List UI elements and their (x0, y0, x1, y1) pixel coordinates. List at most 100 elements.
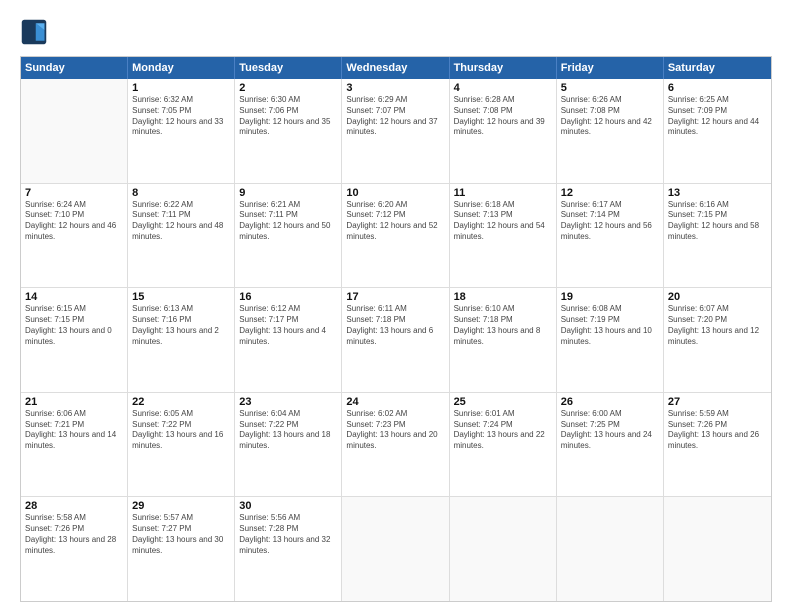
empty-cell (450, 497, 557, 601)
day-cell-27: 27Sunrise: 5:59 AM Sunset: 7:26 PM Dayli… (664, 393, 771, 497)
day-info: Sunrise: 6:12 AM Sunset: 7:17 PM Dayligh… (239, 304, 337, 347)
day-info: Sunrise: 6:24 AM Sunset: 7:10 PM Dayligh… (25, 200, 123, 243)
day-number: 19 (561, 291, 659, 303)
day-number: 26 (561, 396, 659, 408)
day-info: Sunrise: 6:08 AM Sunset: 7:19 PM Dayligh… (561, 304, 659, 347)
day-info: Sunrise: 6:17 AM Sunset: 7:14 PM Dayligh… (561, 200, 659, 243)
day-info: Sunrise: 6:05 AM Sunset: 7:22 PM Dayligh… (132, 409, 230, 452)
page: SundayMondayTuesdayWednesdayThursdayFrid… (0, 0, 792, 612)
day-cell-5: 5Sunrise: 6:26 AM Sunset: 7:08 PM Daylig… (557, 79, 664, 183)
day-number: 29 (132, 500, 230, 512)
day-cell-16: 16Sunrise: 6:12 AM Sunset: 7:17 PM Dayli… (235, 288, 342, 392)
day-number: 21 (25, 396, 123, 408)
day-cell-23: 23Sunrise: 6:04 AM Sunset: 7:22 PM Dayli… (235, 393, 342, 497)
day-cell-6: 6Sunrise: 6:25 AM Sunset: 7:09 PM Daylig… (664, 79, 771, 183)
calendar-row-4: 28Sunrise: 5:58 AM Sunset: 7:26 PM Dayli… (21, 497, 771, 601)
header-day-wednesday: Wednesday (342, 57, 449, 79)
day-info: Sunrise: 6:32 AM Sunset: 7:05 PM Dayligh… (132, 95, 230, 138)
calendar: SundayMondayTuesdayWednesdayThursdayFrid… (20, 56, 772, 602)
day-info: Sunrise: 6:11 AM Sunset: 7:18 PM Dayligh… (346, 304, 444, 347)
day-number: 7 (25, 187, 123, 199)
day-cell-4: 4Sunrise: 6:28 AM Sunset: 7:08 PM Daylig… (450, 79, 557, 183)
day-cell-9: 9Sunrise: 6:21 AM Sunset: 7:11 PM Daylig… (235, 184, 342, 288)
day-cell-1: 1Sunrise: 6:32 AM Sunset: 7:05 PM Daylig… (128, 79, 235, 183)
day-number: 12 (561, 187, 659, 199)
logo (20, 18, 52, 46)
day-cell-24: 24Sunrise: 6:02 AM Sunset: 7:23 PM Dayli… (342, 393, 449, 497)
day-cell-17: 17Sunrise: 6:11 AM Sunset: 7:18 PM Dayli… (342, 288, 449, 392)
day-number: 15 (132, 291, 230, 303)
calendar-row-0: 1Sunrise: 6:32 AM Sunset: 7:05 PM Daylig… (21, 79, 771, 184)
day-info: Sunrise: 6:15 AM Sunset: 7:15 PM Dayligh… (25, 304, 123, 347)
day-number: 8 (132, 187, 230, 199)
day-cell-29: 29Sunrise: 5:57 AM Sunset: 7:27 PM Dayli… (128, 497, 235, 601)
day-cell-10: 10Sunrise: 6:20 AM Sunset: 7:12 PM Dayli… (342, 184, 449, 288)
day-info: Sunrise: 6:16 AM Sunset: 7:15 PM Dayligh… (668, 200, 767, 243)
day-number: 2 (239, 82, 337, 94)
day-info: Sunrise: 6:00 AM Sunset: 7:25 PM Dayligh… (561, 409, 659, 452)
day-cell-28: 28Sunrise: 5:58 AM Sunset: 7:26 PM Dayli… (21, 497, 128, 601)
day-cell-19: 19Sunrise: 6:08 AM Sunset: 7:19 PM Dayli… (557, 288, 664, 392)
header (20, 18, 772, 46)
day-info: Sunrise: 6:07 AM Sunset: 7:20 PM Dayligh… (668, 304, 767, 347)
day-cell-7: 7Sunrise: 6:24 AM Sunset: 7:10 PM Daylig… (21, 184, 128, 288)
day-number: 28 (25, 500, 123, 512)
day-number: 5 (561, 82, 659, 94)
day-cell-25: 25Sunrise: 6:01 AM Sunset: 7:24 PM Dayli… (450, 393, 557, 497)
day-cell-11: 11Sunrise: 6:18 AM Sunset: 7:13 PM Dayli… (450, 184, 557, 288)
day-number: 3 (346, 82, 444, 94)
calendar-row-3: 21Sunrise: 6:06 AM Sunset: 7:21 PM Dayli… (21, 393, 771, 498)
day-number: 17 (346, 291, 444, 303)
day-number: 10 (346, 187, 444, 199)
day-info: Sunrise: 6:01 AM Sunset: 7:24 PM Dayligh… (454, 409, 552, 452)
empty-cell (21, 79, 128, 183)
day-cell-20: 20Sunrise: 6:07 AM Sunset: 7:20 PM Dayli… (664, 288, 771, 392)
day-cell-18: 18Sunrise: 6:10 AM Sunset: 7:18 PM Dayli… (450, 288, 557, 392)
day-number: 27 (668, 396, 767, 408)
day-cell-22: 22Sunrise: 6:05 AM Sunset: 7:22 PM Dayli… (128, 393, 235, 497)
day-info: Sunrise: 6:18 AM Sunset: 7:13 PM Dayligh… (454, 200, 552, 243)
header-day-thursday: Thursday (450, 57, 557, 79)
calendar-row-1: 7Sunrise: 6:24 AM Sunset: 7:10 PM Daylig… (21, 184, 771, 289)
day-info: Sunrise: 6:22 AM Sunset: 7:11 PM Dayligh… (132, 200, 230, 243)
day-number: 22 (132, 396, 230, 408)
day-number: 11 (454, 187, 552, 199)
header-day-sunday: Sunday (21, 57, 128, 79)
empty-cell (342, 497, 449, 601)
day-cell-26: 26Sunrise: 6:00 AM Sunset: 7:25 PM Dayli… (557, 393, 664, 497)
day-info: Sunrise: 6:29 AM Sunset: 7:07 PM Dayligh… (346, 95, 444, 138)
day-info: Sunrise: 6:21 AM Sunset: 7:11 PM Dayligh… (239, 200, 337, 243)
day-info: Sunrise: 6:10 AM Sunset: 7:18 PM Dayligh… (454, 304, 552, 347)
day-info: Sunrise: 5:57 AM Sunset: 7:27 PM Dayligh… (132, 513, 230, 556)
day-cell-3: 3Sunrise: 6:29 AM Sunset: 7:07 PM Daylig… (342, 79, 449, 183)
day-info: Sunrise: 6:02 AM Sunset: 7:23 PM Dayligh… (346, 409, 444, 452)
day-info: Sunrise: 5:56 AM Sunset: 7:28 PM Dayligh… (239, 513, 337, 556)
day-info: Sunrise: 6:06 AM Sunset: 7:21 PM Dayligh… (25, 409, 123, 452)
calendar-row-2: 14Sunrise: 6:15 AM Sunset: 7:15 PM Dayli… (21, 288, 771, 393)
day-cell-13: 13Sunrise: 6:16 AM Sunset: 7:15 PM Dayli… (664, 184, 771, 288)
day-number: 13 (668, 187, 767, 199)
day-info: Sunrise: 6:30 AM Sunset: 7:06 PM Dayligh… (239, 95, 337, 138)
header-day-saturday: Saturday (664, 57, 771, 79)
logo-icon (20, 18, 48, 46)
day-info: Sunrise: 6:26 AM Sunset: 7:08 PM Dayligh… (561, 95, 659, 138)
day-cell-8: 8Sunrise: 6:22 AM Sunset: 7:11 PM Daylig… (128, 184, 235, 288)
day-number: 20 (668, 291, 767, 303)
calendar-body: 1Sunrise: 6:32 AM Sunset: 7:05 PM Daylig… (21, 79, 771, 601)
day-cell-12: 12Sunrise: 6:17 AM Sunset: 7:14 PM Dayli… (557, 184, 664, 288)
day-cell-30: 30Sunrise: 5:56 AM Sunset: 7:28 PM Dayli… (235, 497, 342, 601)
empty-cell (557, 497, 664, 601)
day-number: 18 (454, 291, 552, 303)
day-info: Sunrise: 5:58 AM Sunset: 7:26 PM Dayligh… (25, 513, 123, 556)
day-number: 14 (25, 291, 123, 303)
day-info: Sunrise: 6:20 AM Sunset: 7:12 PM Dayligh… (346, 200, 444, 243)
day-info: Sunrise: 6:13 AM Sunset: 7:16 PM Dayligh… (132, 304, 230, 347)
day-number: 6 (668, 82, 767, 94)
day-info: Sunrise: 6:25 AM Sunset: 7:09 PM Dayligh… (668, 95, 767, 138)
day-info: Sunrise: 5:59 AM Sunset: 7:26 PM Dayligh… (668, 409, 767, 452)
day-info: Sunrise: 6:28 AM Sunset: 7:08 PM Dayligh… (454, 95, 552, 138)
header-day-monday: Monday (128, 57, 235, 79)
day-info: Sunrise: 6:04 AM Sunset: 7:22 PM Dayligh… (239, 409, 337, 452)
day-number: 4 (454, 82, 552, 94)
calendar-header: SundayMondayTuesdayWednesdayThursdayFrid… (21, 57, 771, 79)
